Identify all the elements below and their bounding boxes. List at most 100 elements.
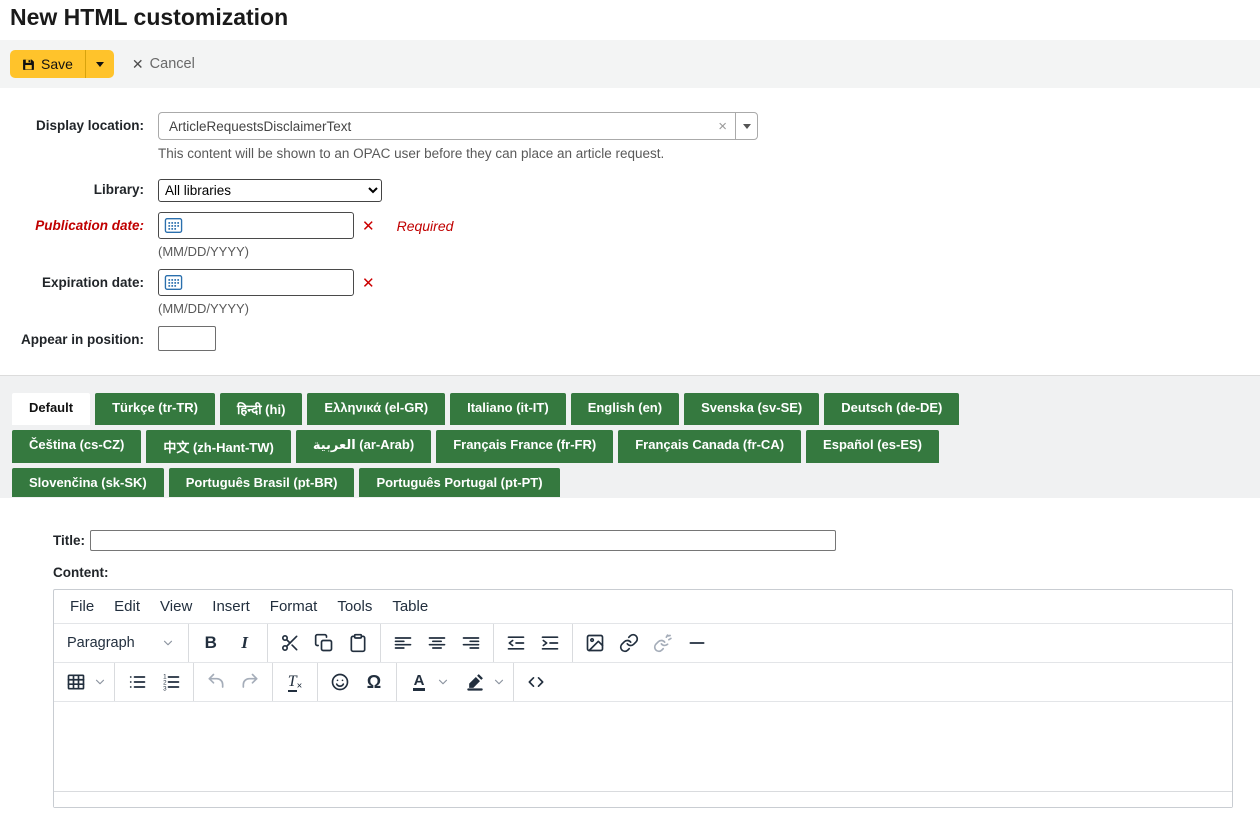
paragraph-style-dropdown[interactable]: Paragraph xyxy=(59,626,183,660)
align-center-icon xyxy=(427,633,447,653)
customization-form: Display location: ArticleRequestsDisclai… xyxy=(0,88,1260,375)
insert-link-button[interactable] xyxy=(612,626,646,660)
tab-pt-BR[interactable]: Português Brasil (pt-BR) xyxy=(169,468,355,497)
bold-button[interactable]: B xyxy=(194,626,228,660)
align-left-button[interactable] xyxy=(386,626,420,660)
scissors-icon xyxy=(280,633,300,653)
tab-row-1: Default Türkçe (tr-TR) हिन्दी (hi) Ελλην… xyxy=(12,393,1250,425)
tab-es-ES[interactable]: Español (es-ES) xyxy=(806,430,939,463)
align-right-icon xyxy=(461,633,481,653)
publication-date-input[interactable] xyxy=(158,212,354,239)
language-tabs: Default Türkçe (tr-TR) हिन्दी (hi) Ελλην… xyxy=(0,375,1260,498)
table-dropdown[interactable] xyxy=(59,665,109,699)
unlink-button[interactable] xyxy=(646,626,680,660)
tab-sv-SE[interactable]: Svenska (sv-SE) xyxy=(684,393,819,425)
calendar-icon[interactable] xyxy=(164,274,183,291)
menu-insert[interactable]: Insert xyxy=(202,594,260,619)
select2-dropdown-arrow[interactable] xyxy=(735,113,757,139)
text-color-button[interactable]: A xyxy=(402,665,436,699)
select2-clear-icon[interactable]: × xyxy=(710,118,735,135)
tab-fr-FR[interactable]: Français France (fr-FR) xyxy=(436,430,613,463)
align-center-button[interactable] xyxy=(420,626,454,660)
table-icon xyxy=(66,672,86,692)
indent-button[interactable] xyxy=(533,626,567,660)
outdent-button[interactable] xyxy=(499,626,533,660)
expiration-date-clear-icon[interactable]: ✕ xyxy=(362,274,375,292)
expiration-date-input[interactable] xyxy=(158,269,354,296)
chevron-down-icon xyxy=(161,636,175,650)
tab-ar-Arab[interactable]: العربية (ar-Arab) xyxy=(296,430,431,463)
chevron-down-icon xyxy=(492,675,506,689)
tab-de-DE[interactable]: Deutsch (de-DE) xyxy=(824,393,959,425)
menu-tools[interactable]: Tools xyxy=(327,594,382,619)
tab-sk-SK[interactable]: Slovenčina (sk-SK) xyxy=(12,468,164,497)
paste-button[interactable] xyxy=(341,626,375,660)
emoji-button[interactable] xyxy=(323,665,357,699)
page-title: New HTML customization xyxy=(0,0,1260,40)
editor-toolbar-row2: 1 2 3 xyxy=(54,662,1232,701)
cancel-button[interactable]: ✕ Cancel xyxy=(132,56,195,73)
tab-it-IT[interactable]: Italiano (it-IT) xyxy=(450,393,566,425)
menu-file[interactable]: File xyxy=(60,594,104,619)
title-label: Title: xyxy=(53,533,85,548)
library-label: Library: xyxy=(12,179,158,202)
highlight-color-dropdown[interactable] xyxy=(458,665,508,699)
menu-table[interactable]: Table xyxy=(382,594,438,619)
special-character-button[interactable]: Ω xyxy=(357,665,391,699)
clear-formatting-button[interactable]: T× xyxy=(278,665,312,699)
tab-pt-PT[interactable]: Português Portugal (pt-PT) xyxy=(359,468,559,497)
menu-format[interactable]: Format xyxy=(260,594,328,619)
publication-date-required: Required xyxy=(397,218,454,234)
redo-button[interactable] xyxy=(233,665,267,699)
menu-edit[interactable]: Edit xyxy=(104,594,150,619)
align-right-button[interactable] xyxy=(454,626,488,660)
tab-tr-TR[interactable]: Türkçe (tr-TR) xyxy=(95,393,215,425)
save-dropdown-toggle[interactable] xyxy=(85,50,114,78)
library-select[interactable]: All libraries xyxy=(158,179,382,202)
chevron-down-icon xyxy=(436,675,450,689)
indent-icon xyxy=(540,633,560,653)
omega-icon: Ω xyxy=(367,672,381,693)
text-color-icon: A xyxy=(413,673,426,692)
tab-en[interactable]: English (en) xyxy=(571,393,679,425)
horizontal-rule-button[interactable] xyxy=(680,626,714,660)
source-code-button[interactable] xyxy=(519,665,553,699)
insert-image-button[interactable] xyxy=(578,626,612,660)
tab-cs-CZ[interactable]: Čeština (cs-CZ) xyxy=(12,430,141,463)
editor-statusbar xyxy=(54,791,1232,807)
bullet-list-button[interactable] xyxy=(120,665,154,699)
position-input[interactable] xyxy=(158,326,216,351)
clear-formatting-icon: T× xyxy=(288,673,303,692)
save-button[interactable]: Save xyxy=(10,50,85,78)
text-color-dropdown[interactable]: A xyxy=(402,665,452,699)
menu-view[interactable]: View xyxy=(150,594,202,619)
cancel-label: Cancel xyxy=(150,56,195,72)
image-icon xyxy=(585,633,605,653)
redo-icon xyxy=(240,672,260,692)
tab-zh-Hant-TW[interactable]: 中文 (zh-Hant-TW) xyxy=(146,430,290,463)
tab-fr-CA[interactable]: Français Canada (fr-CA) xyxy=(618,430,801,463)
undo-button[interactable] xyxy=(199,665,233,699)
editor-content-area[interactable] xyxy=(54,701,1232,791)
tab-default[interactable]: Default xyxy=(12,393,90,425)
calendar-icon[interactable] xyxy=(164,217,183,234)
cut-button[interactable] xyxy=(273,626,307,660)
publication-date-clear-icon[interactable]: ✕ xyxy=(362,217,375,235)
publication-date-label: Publication date: xyxy=(12,212,158,259)
tab-el-GR[interactable]: Ελληνικά (el-GR) xyxy=(307,393,445,425)
copy-button[interactable] xyxy=(307,626,341,660)
numbered-list-button[interactable]: 1 2 3 xyxy=(154,665,188,699)
content-label: Content: xyxy=(53,565,1260,580)
bold-icon: B xyxy=(205,633,217,653)
italic-button[interactable]: I xyxy=(228,626,262,660)
tab-hi[interactable]: हिन्दी (hi) xyxy=(220,393,302,425)
default-tab-panel: Title: Content: File Edit View Insert Fo… xyxy=(0,498,1260,808)
undo-icon xyxy=(206,672,226,692)
title-input[interactable] xyxy=(90,530,836,551)
caret-down-icon xyxy=(96,62,104,67)
expiration-date-row: Expiration date: ✕ xyxy=(12,269,1260,316)
table-button[interactable] xyxy=(59,665,93,699)
horizontal-rule-icon xyxy=(687,633,707,653)
highlight-color-button[interactable] xyxy=(458,665,492,699)
display-location-select[interactable]: ArticleRequestsDisclaimerText × xyxy=(158,112,758,140)
